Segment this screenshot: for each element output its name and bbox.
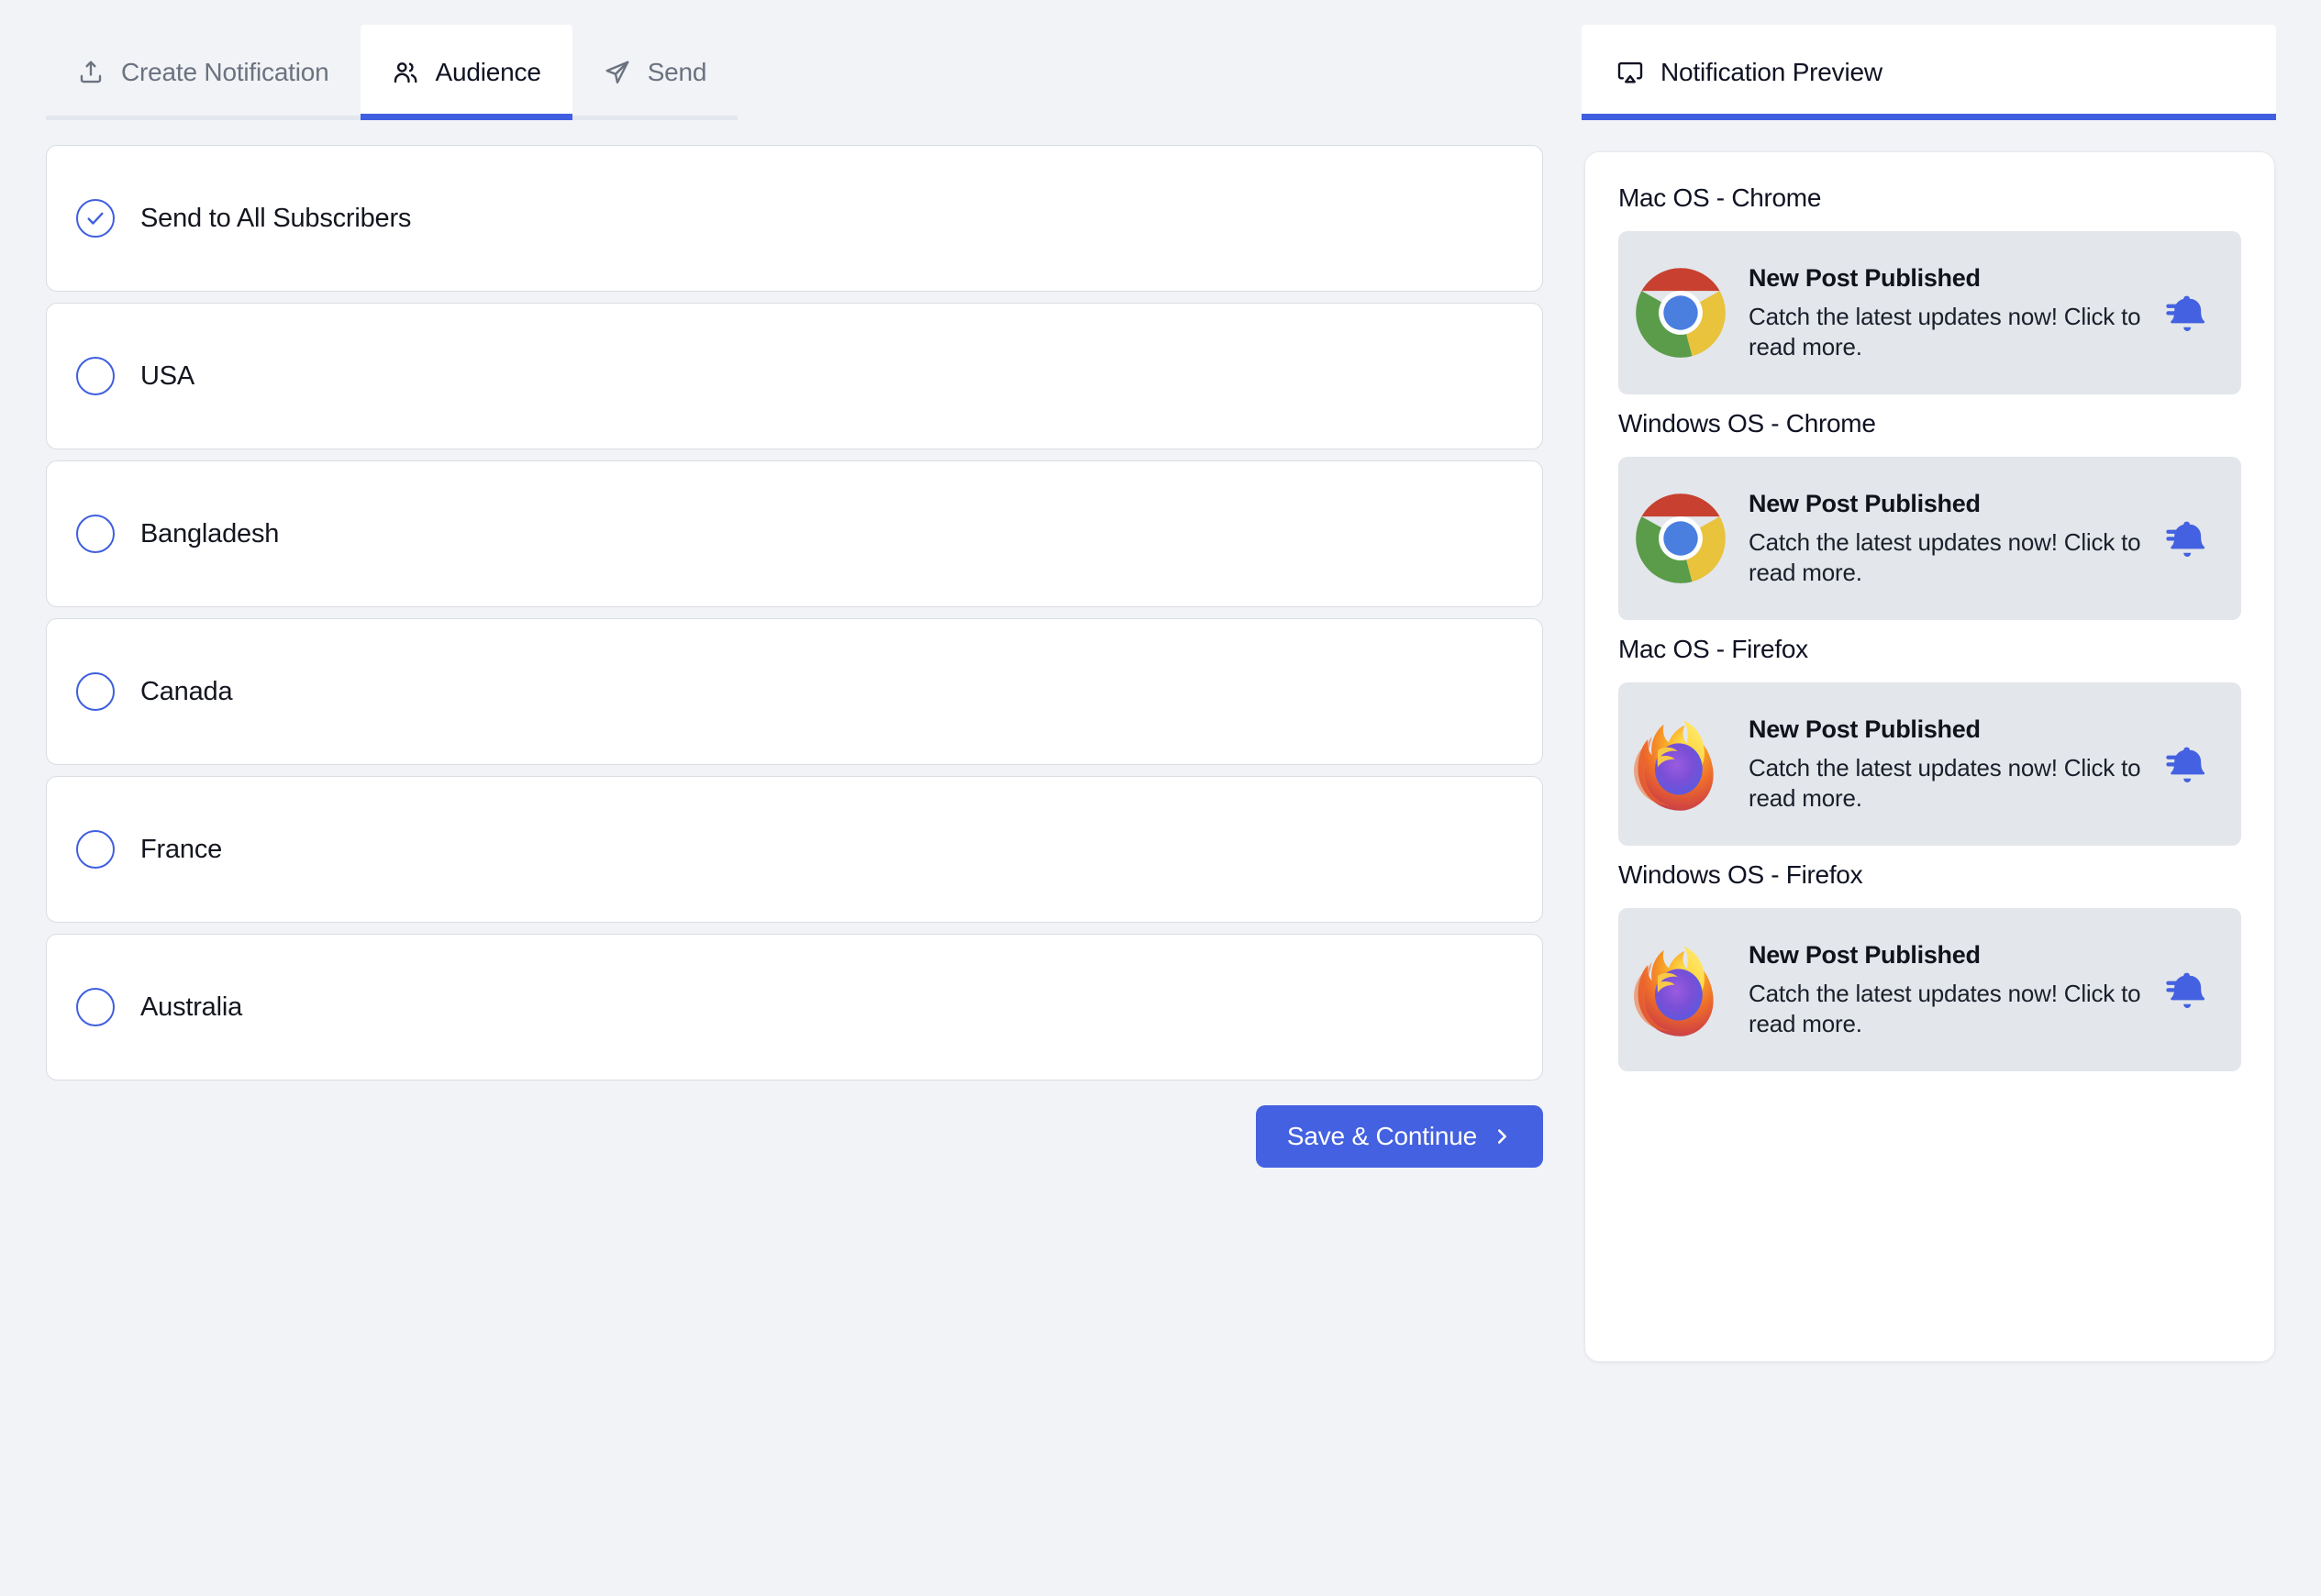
chevron-right-icon [1492, 1126, 1512, 1147]
radio-unchecked-icon[interactable] [76, 830, 115, 869]
wizard-tab-bar: Create Notification Audience [46, 25, 837, 120]
audience-option-label: Australia [140, 992, 242, 1023]
audience-option-australia[interactable]: Australia [46, 934, 1543, 1081]
preview-item-windows-chrome: Windows OS - Chrome [1618, 409, 2241, 620]
audience-option-label: Send to All Subscribers [140, 204, 411, 234]
audience-option-bangladesh[interactable]: Bangladesh [46, 460, 1543, 607]
notification-preview-panel: Mac OS - Chrome [1584, 151, 2275, 1362]
audience-option-list: Send to All Subscribers USA Bangladesh C… [46, 145, 1543, 1092]
preview-item-heading: Windows OS - Firefox [1618, 860, 2241, 890]
bell-ring-icon [2164, 738, 2216, 790]
notification-body: Catch the latest updates now! Click to r… [1749, 979, 2155, 1038]
notification-card[interactable]: New Post Published Catch the latest upda… [1618, 682, 2241, 846]
notification-body: Catch the latest updates now! Click to r… [1749, 302, 2155, 361]
notification-preview-header: Notification Preview [1582, 25, 2276, 120]
notification-card[interactable]: New Post Published Catch the latest upda… [1618, 908, 2241, 1071]
radio-unchecked-icon[interactable] [76, 988, 115, 1026]
notification-body: Catch the latest updates now! Click to r… [1749, 753, 2155, 813]
radio-unchecked-icon[interactable] [76, 515, 115, 553]
audience-column: Create Notification Audience [0, 0, 1582, 1596]
preview-item-windows-firefox: Windows OS - Firefox [1618, 860, 2241, 1071]
bell-ring-icon [2164, 513, 2216, 564]
tab-create-notification[interactable]: Create Notification [46, 25, 361, 120]
notification-preview-title: Notification Preview [1660, 58, 1882, 87]
save-row: Save & Continue [46, 1105, 1543, 1168]
airplay-icon [1616, 59, 1644, 86]
chrome-logo-icon [1631, 489, 1730, 588]
firefox-logo-icon [1631, 940, 1730, 1039]
bell-ring-icon [2164, 287, 2216, 338]
preview-item-mac-chrome: Mac OS - Chrome [1618, 183, 2241, 394]
preview-item-mac-firefox: Mac OS - Firefox [1618, 635, 2241, 846]
audience-option-label: USA [140, 361, 194, 392]
save-button-label: Save & Continue [1287, 1122, 1477, 1151]
notification-card[interactable]: New Post Published Catch the latest upda… [1618, 457, 2241, 620]
radio-checked-icon[interactable] [76, 199, 115, 238]
notification-text: New Post Published Catch the latest upda… [1749, 941, 2155, 1038]
paper-plane-icon [604, 59, 631, 86]
notification-title: New Post Published [1749, 715, 2155, 744]
audience-option-france[interactable]: France [46, 776, 1543, 923]
bell-ring-icon [2164, 964, 2216, 1015]
tab-audience[interactable]: Audience [361, 25, 572, 120]
upload-icon [77, 59, 105, 86]
notification-text: New Post Published Catch the latest upda… [1749, 715, 2155, 813]
tab-label: Create Notification [121, 58, 329, 87]
audience-option-usa[interactable]: USA [46, 303, 1543, 449]
users-icon [392, 59, 419, 86]
notification-title: New Post Published [1749, 264, 2155, 293]
radio-unchecked-icon[interactable] [76, 357, 115, 395]
audience-option-label: Canada [140, 677, 232, 707]
app-root: Create Notification Audience [0, 0, 2321, 1596]
save-and-continue-button[interactable]: Save & Continue [1256, 1105, 1543, 1168]
tab-label: Audience [436, 58, 541, 87]
radio-unchecked-icon[interactable] [76, 672, 115, 711]
preview-item-heading: Windows OS - Chrome [1618, 409, 2241, 438]
audience-option-label: France [140, 835, 222, 865]
notification-title: New Post Published [1749, 490, 2155, 518]
notification-text: New Post Published Catch the latest upda… [1749, 490, 2155, 587]
chrome-logo-icon [1631, 263, 1730, 362]
firefox-logo-icon [1631, 715, 1730, 814]
audience-option-label: Bangladesh [140, 519, 279, 549]
preview-item-heading: Mac OS - Firefox [1618, 635, 2241, 664]
notification-body: Catch the latest updates now! Click to r… [1749, 527, 2155, 587]
notification-title: New Post Published [1749, 941, 2155, 970]
notification-text: New Post Published Catch the latest upda… [1749, 264, 2155, 361]
audience-option-canada[interactable]: Canada [46, 618, 1543, 765]
tab-send[interactable]: Send [572, 25, 738, 120]
notification-card[interactable]: New Post Published Catch the latest upda… [1618, 231, 2241, 394]
audience-option-all-subscribers[interactable]: Send to All Subscribers [46, 145, 1543, 292]
preview-item-heading: Mac OS - Chrome [1618, 183, 2241, 213]
tab-label: Send [648, 58, 707, 87]
